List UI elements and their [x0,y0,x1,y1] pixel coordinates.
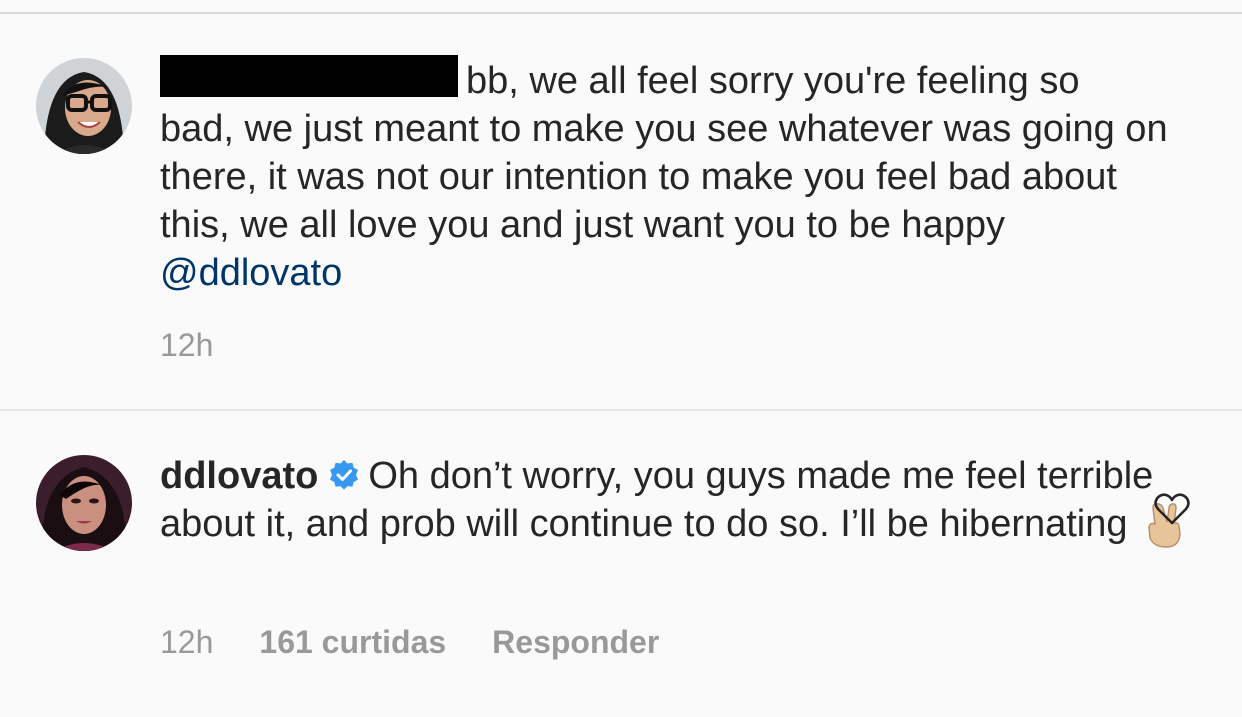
redacted-username [160,55,458,97]
verified-badge-icon [328,455,360,490]
comment-username[interactable]: ddlovato [160,455,318,497]
comment-divider [0,409,1242,411]
reply-button[interactable]: Responder [492,624,659,660]
comments-screen: bb, we all feel sorry you're feeling so … [0,0,1242,717]
mention-link[interactable]: @ddlovato [160,252,342,294]
comment-text-line1: bb, we all feel sorry you're feeling so [466,60,1080,102]
heart-icon[interactable] [1154,492,1190,526]
avatar[interactable] [36,455,132,551]
comment-meta: 12h [160,325,259,365]
avatar[interactable] [36,58,132,154]
like-count[interactable]: 161 curtidas [259,624,446,660]
comment-text: ddlovato Oh don’t worry, you guys made me… [160,452,1190,548]
comment-text-rest: bad, we just meant to make you see whate… [160,108,1179,246]
comment-time: 12h [160,624,214,660]
comment-meta: 12h 161 curtidas Responder [160,622,705,662]
comment-text: bb, we all feel sorry you're feeling so … [160,55,1190,297]
top-divider [0,12,1242,14]
comment-time: 12h [160,327,214,363]
